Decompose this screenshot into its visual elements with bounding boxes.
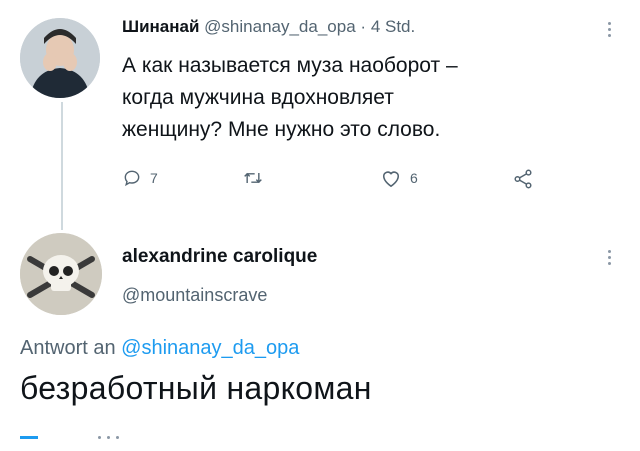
reply-count: 7 xyxy=(150,170,158,186)
avatar[interactable] xyxy=(20,18,100,98)
like-button[interactable]: 6 xyxy=(380,168,418,188)
reply-author-handle[interactable]: @mountainscrave xyxy=(122,285,267,306)
tweet-header: Шинанай @shinanay_da_opa · 4 Std. xyxy=(122,17,415,37)
share-button[interactable] xyxy=(512,168,534,190)
reply-more-options-icon[interactable] xyxy=(608,250,612,268)
replying-to-line: Antwort an @shinanay_da_opa xyxy=(20,337,299,360)
accent-bar xyxy=(20,436,38,439)
retweet-button[interactable] xyxy=(242,168,264,188)
tweet-text-line: А как называется муза наоборот – xyxy=(122,54,458,77)
tweet-time[interactable]: 4 Std. xyxy=(371,17,415,36)
dot xyxy=(98,436,101,439)
heart-icon xyxy=(382,171,400,188)
like-count: 6 xyxy=(410,170,418,186)
replying-prefix: Antwort an xyxy=(20,337,116,359)
reply-avatar[interactable] xyxy=(20,233,102,315)
thread-connector-line xyxy=(61,102,63,230)
tweet-text-line: когда мужчина вдохновляет xyxy=(122,86,394,109)
separator-dot: · xyxy=(360,17,367,36)
dot xyxy=(107,436,110,439)
retweet-icon xyxy=(244,172,262,184)
avatar-photo xyxy=(20,18,100,98)
share-icon xyxy=(514,169,532,189)
more-options-icon[interactable] xyxy=(608,22,612,40)
cropped-footer xyxy=(20,436,119,439)
tweet-text-line: женщину? Мне нужно это слово. xyxy=(122,118,441,141)
speech-bubble-icon xyxy=(124,170,140,187)
reply-button[interactable]: 7 xyxy=(122,168,158,188)
reply-author-name[interactable]: alexandrine carolique xyxy=(122,246,317,268)
author-handle[interactable]: @shinanay_da_opa xyxy=(204,17,356,36)
author-name[interactable]: Шинанай xyxy=(122,17,199,36)
reply-text: безработный наркоман xyxy=(20,370,372,406)
tweet-text: А как называется муза наоборот – когда м… xyxy=(122,50,592,146)
tweet-actions: 7 6 xyxy=(122,168,552,192)
skull-avatar-image xyxy=(20,233,102,315)
replying-to-handle[interactable]: @shinanay_da_opa xyxy=(121,337,299,359)
dot xyxy=(116,436,119,439)
